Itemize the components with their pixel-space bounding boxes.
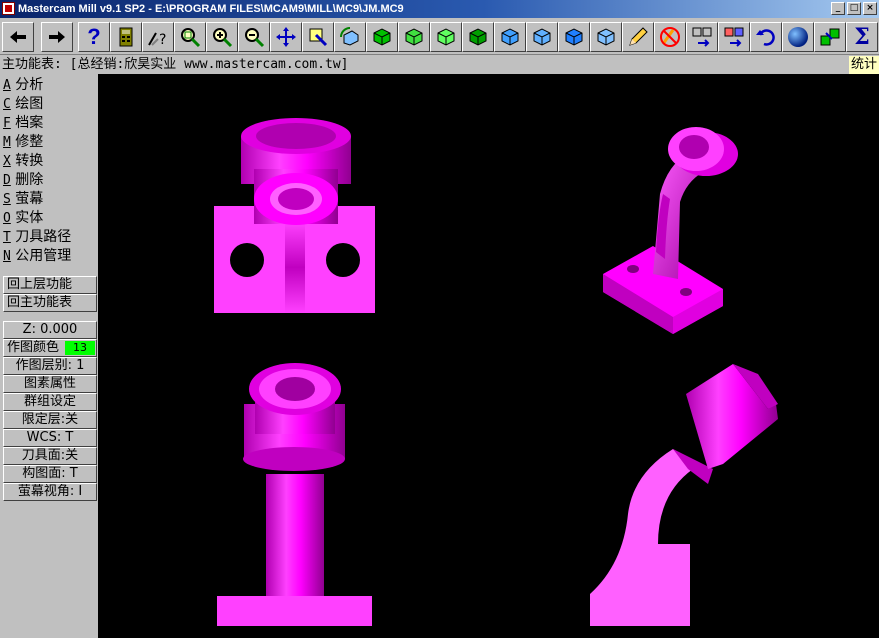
shade-sphere-icon [788, 27, 808, 47]
no-blank-button[interactable] [654, 22, 686, 52]
rotate-icon [340, 27, 359, 46]
close-button[interactable]: × [863, 2, 877, 15]
forward-button[interactable] [41, 22, 73, 52]
title-bar: Mastercam Mill v9.1 SP2 - E:\PROGRAM FIL… [0, 0, 879, 18]
menu-item-xform[interactable]: X 转换 [3, 152, 43, 170]
menu-item-delete[interactable]: D 删除 [3, 171, 43, 189]
zoom-in-icon [213, 28, 233, 48]
solids-button[interactable] [814, 22, 846, 52]
zoom-out-button[interactable] [238, 22, 270, 52]
move-to-button[interactable] [686, 22, 718, 52]
zoom-in-button[interactable] [206, 22, 238, 52]
iso-view-icon [469, 28, 487, 46]
attributes-button[interactable]: 图素属性 [3, 375, 97, 393]
iso-view-button[interactable] [462, 22, 494, 52]
side-view-part [590, 364, 778, 626]
cube-view-4-button[interactable] [590, 22, 622, 52]
front-view-button[interactable] [398, 22, 430, 52]
cube-view-3-button[interactable] [558, 22, 590, 52]
menu-item-toolpaths[interactable]: T 刀具路径 [3, 228, 71, 246]
analyze-icon: ? [148, 32, 166, 48]
help-button[interactable]: ? [78, 22, 110, 52]
copy-to-button[interactable] [718, 22, 750, 52]
cube-view-3-icon [565, 28, 583, 46]
rotate-button[interactable] [334, 22, 366, 52]
pan-icon [276, 27, 296, 47]
color-button[interactable]: 作图颜色 13 [3, 339, 97, 357]
side-view-button[interactable] [430, 22, 462, 52]
move-to-icon [692, 27, 712, 47]
wcs-button[interactable]: WCS: T [3, 429, 97, 447]
pencil-icon [629, 27, 648, 46]
z-depth-button[interactable]: Z: 0.000 [3, 321, 97, 339]
cube-view-button[interactable] [494, 22, 526, 52]
window-title: Mastercam Mill v9.1 SP2 - E:\PROGRAM FIL… [18, 3, 404, 15]
analyze-button[interactable]: ? [142, 22, 174, 52]
copy-to-icon [724, 27, 744, 47]
undo-button[interactable] [750, 22, 782, 52]
pencil-button[interactable] [622, 22, 654, 52]
top-view-part [214, 118, 375, 313]
shade-button[interactable] [782, 22, 814, 52]
forward-arrow-icon [49, 31, 65, 43]
menu-item-solids[interactable]: O 实体 [3, 209, 43, 227]
zoom-window-icon [181, 28, 201, 48]
top-view-icon [373, 28, 391, 46]
menu-item-analyze[interactable]: A 分析 [3, 76, 43, 94]
select-icon [309, 28, 328, 47]
help-icon: ? [87, 24, 101, 49]
back-button[interactable] [2, 22, 34, 52]
graphics-view-button[interactable]: 萤幕视角: I [3, 483, 97, 501]
menu-item-file[interactable]: F 档案 [3, 114, 43, 132]
calculator-icon [119, 27, 133, 47]
cube-view-2-button[interactable] [526, 22, 558, 52]
undo-icon [756, 29, 775, 46]
main-menu-button[interactable]: 回主功能表 [3, 294, 97, 312]
menu-item-modify[interactable]: M 修整 [3, 133, 43, 151]
prompt-text: 主功能表: [总经销:欣昊实业 www.mastercam.com.tw] [2, 57, 349, 72]
maximize-button[interactable]: □ [847, 2, 861, 15]
app-icon [2, 2, 15, 15]
menu-item-screen[interactable]: S 萤幕 [3, 190, 43, 208]
graphics-viewport[interactable] [98, 74, 879, 638]
menu-item-nc-utils[interactable]: N 公用管理 [3, 247, 71, 265]
front-view-part [217, 363, 372, 626]
top-view-button[interactable] [366, 22, 398, 52]
mask-button[interactable]: 限定层:关 [3, 411, 97, 429]
level-button[interactable]: 作图层别: 1 [3, 357, 97, 375]
color-swatch: 13 [65, 341, 95, 355]
solids-icon [820, 28, 840, 46]
zoom-window-button[interactable] [174, 22, 206, 52]
tool-plane-button[interactable]: 刀具面:关 [3, 447, 97, 465]
iso-view-part [603, 127, 738, 334]
part-views [214, 118, 778, 626]
menu-item-create[interactable]: C 绘图 [3, 95, 43, 113]
cube-view-icon [501, 28, 519, 46]
back-arrow-icon [10, 31, 26, 43]
pan-button[interactable] [270, 22, 302, 52]
side-view-icon [437, 28, 455, 46]
calculator-button[interactable] [110, 22, 142, 52]
cube-view-4-icon [597, 28, 615, 46]
window-controls: _ □ × [831, 2, 877, 15]
select-button[interactable] [302, 22, 334, 52]
minimize-button[interactable]: _ [831, 2, 845, 15]
main-menu: A 分析 C 绘图 F 档案 M 修整 X 转换 D 删除 S 萤幕 O 实体 … [0, 74, 98, 638]
svg-text:?: ? [159, 32, 166, 48]
no-blank-icon [660, 27, 680, 47]
prompt-bar: 主功能表: [总经销:欣昊实业 www.mastercam.com.tw] 统计 [0, 56, 879, 74]
zoom-out-icon [245, 28, 265, 48]
statistics-button[interactable]: Σ [846, 22, 878, 52]
groups-button[interactable]: 群组设定 [3, 393, 97, 411]
front-view-icon [405, 28, 423, 46]
color-label: 作图颜色 [7, 340, 60, 355]
cube-view-2-icon [533, 28, 551, 46]
toolbar: ? ? Σ [0, 19, 879, 55]
construction-plane-button[interactable]: 构图面: T [3, 465, 97, 483]
stats-button[interactable]: 统计 [849, 56, 879, 74]
back-up-button[interactable]: 回上层功能 [3, 276, 97, 294]
sigma-icon: Σ [854, 24, 870, 50]
